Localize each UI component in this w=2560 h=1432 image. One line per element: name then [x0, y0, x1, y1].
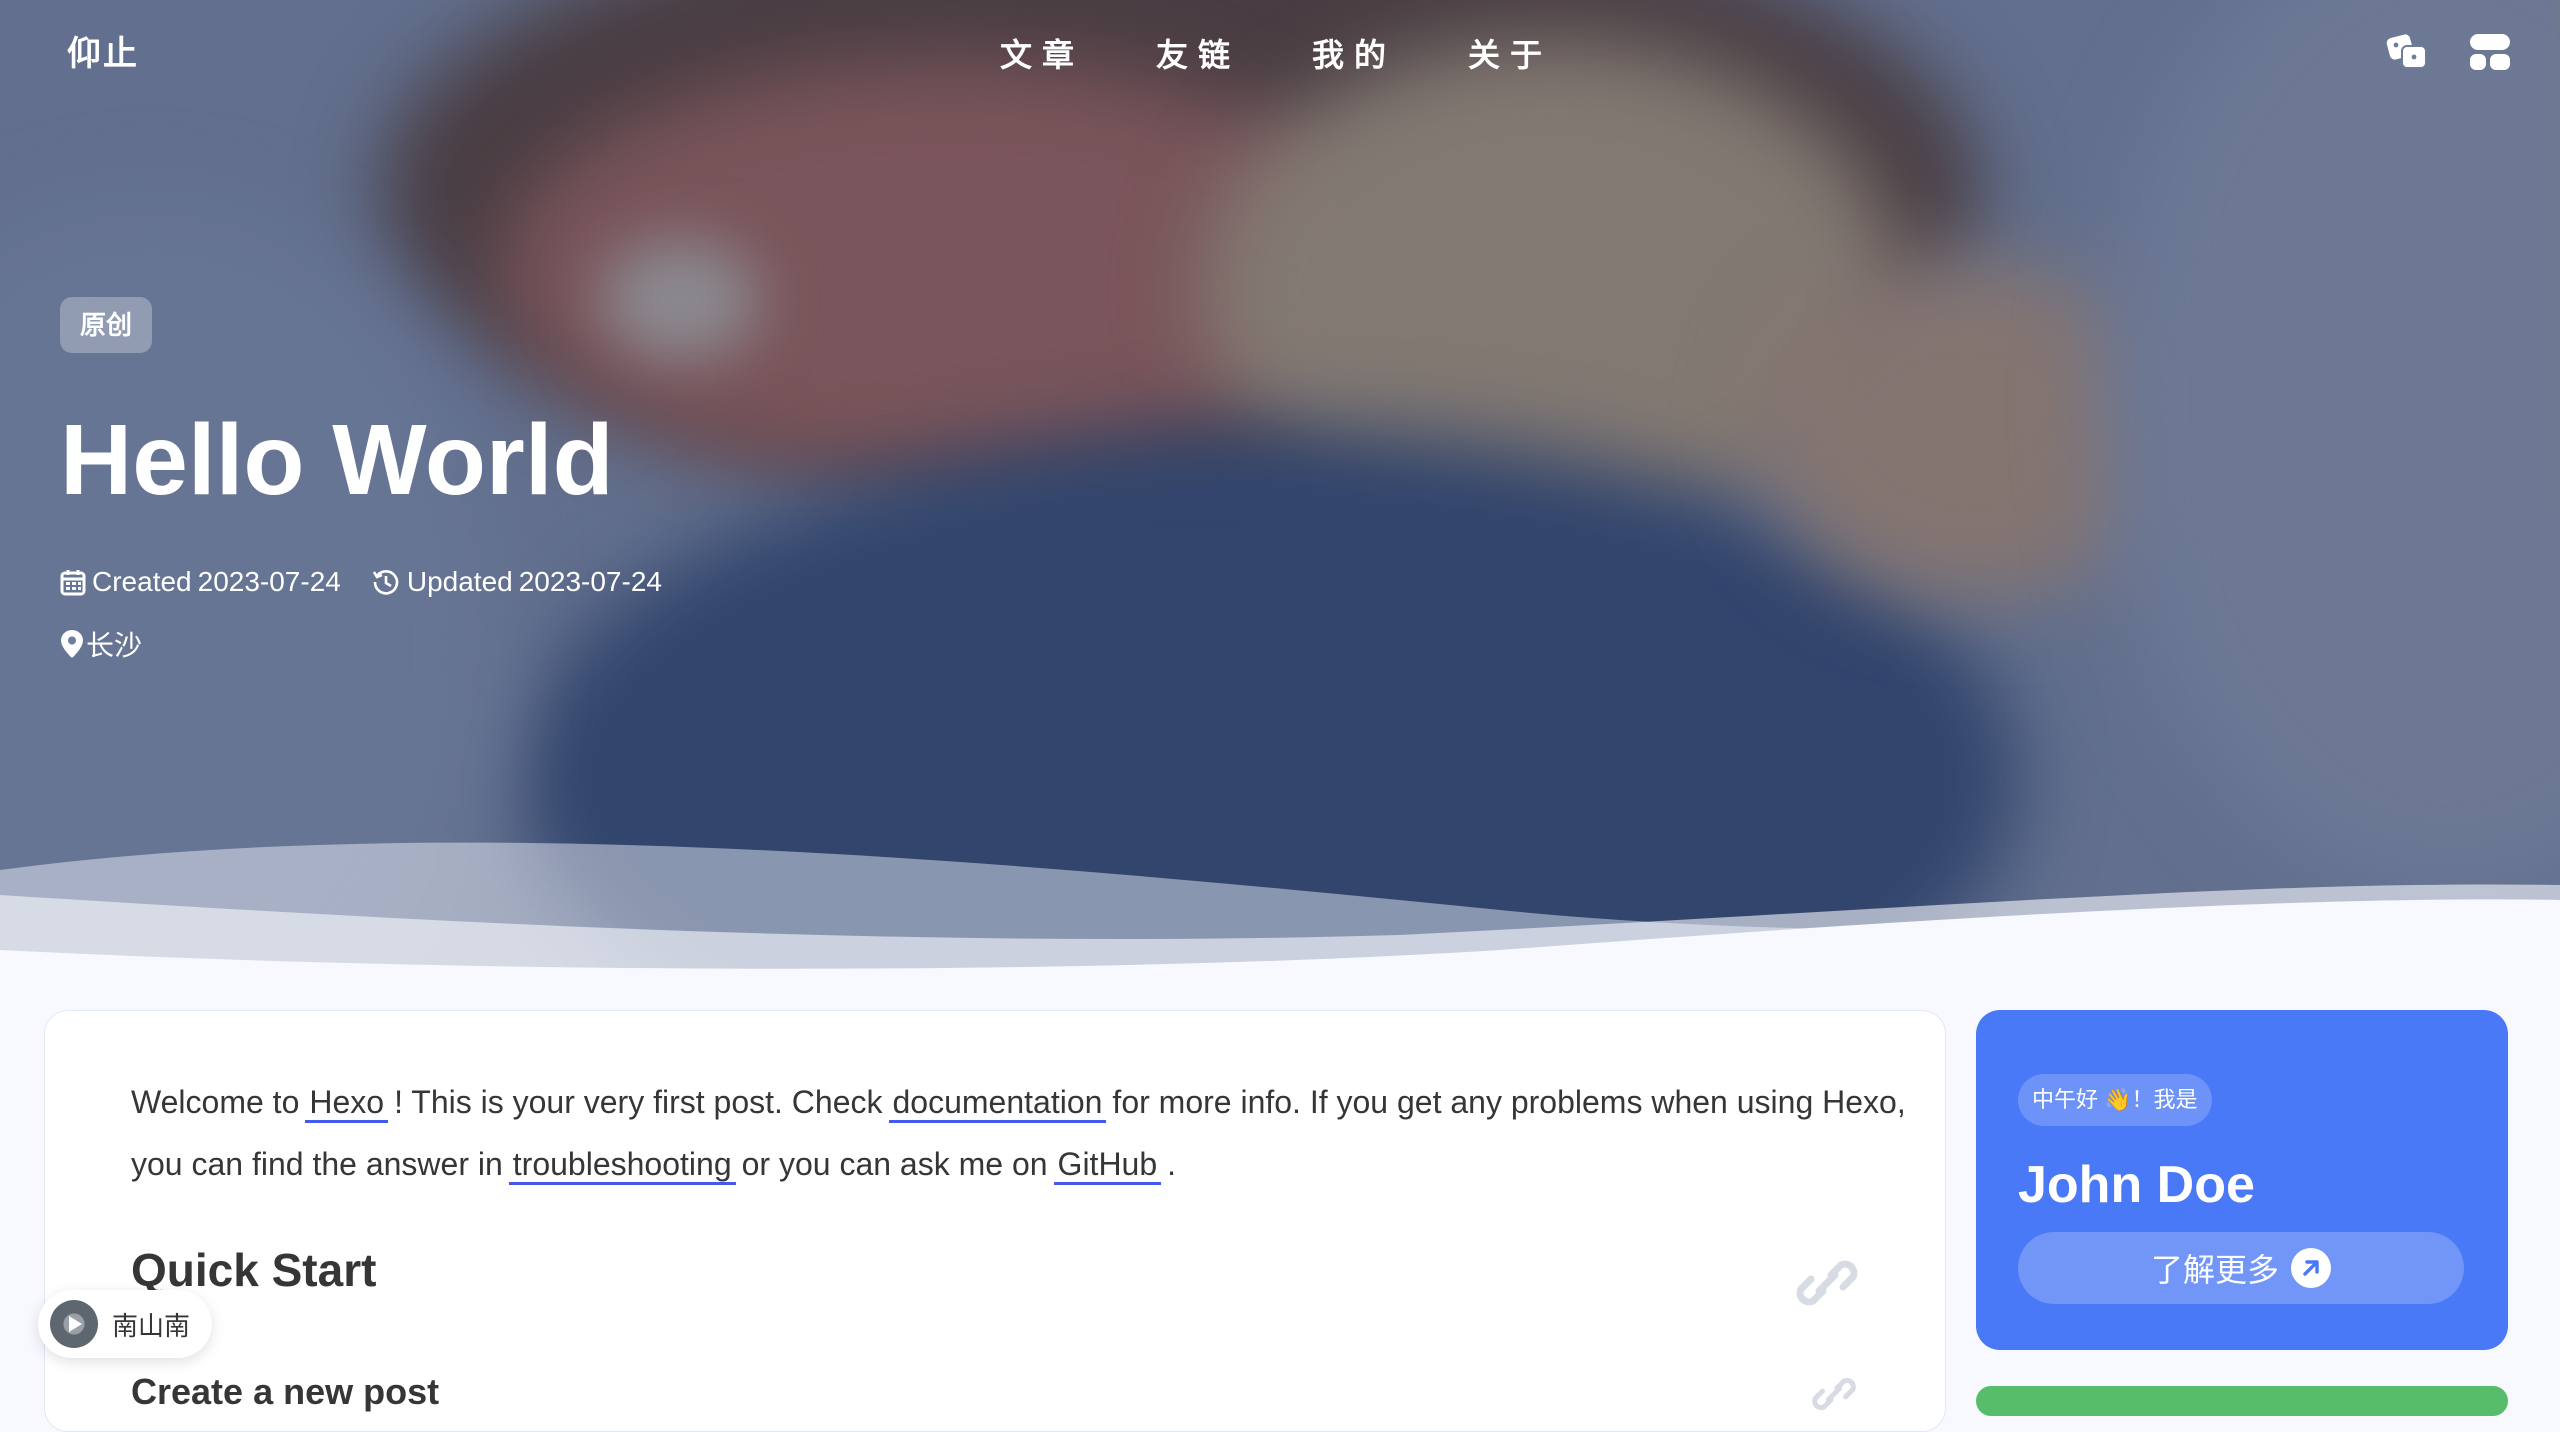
calendar-icon: [60, 570, 86, 596]
intro-text-2: ! This is your very first post. Check: [394, 1084, 883, 1120]
game-dice-icon[interactable]: [2384, 28, 2432, 76]
menu-item-about[interactable]: 关于: [1468, 30, 1552, 76]
grid-menu-icon[interactable]: [2466, 28, 2514, 76]
post-dates: Created 2023-07-24 Updated 2023-07-24: [60, 566, 662, 598]
heading-link-icon-2[interactable]: [1811, 1371, 1857, 1417]
menu-item-mine[interactable]: 我的: [1312, 30, 1396, 76]
author-info-card: 中午好 👋！我是 John Doe 了解更多: [1976, 1010, 2508, 1350]
secondary-widget-card: [1976, 1386, 2508, 1416]
location-text: 长沙: [86, 630, 143, 661]
heading-create-post: Create a new post: [131, 1371, 440, 1412]
play-icon[interactable]: [63, 1313, 85, 1335]
author-name: John Doe: [2018, 1156, 2255, 1214]
music-player[interactable]: 南山南: [38, 1290, 213, 1358]
author-greeting: 中午好 👋！我是: [2018, 1074, 2212, 1126]
album-disc: [50, 1300, 98, 1348]
site-logo-text[interactable]: 仰止: [67, 26, 139, 75]
history-icon: [372, 570, 399, 595]
song-title: 南山南: [112, 1310, 191, 1341]
intro-text-1: Welcome to: [131, 1084, 300, 1120]
wave-divider: [0, 842, 2560, 980]
menu-item-articles[interactable]: 文章: [1000, 30, 1084, 76]
location-pin-icon: [61, 630, 83, 658]
intro-text-4: or you can ask me on: [741, 1146, 1048, 1182]
heading-quick-start: Quick Start: [131, 1244, 377, 1296]
menu-item-friends[interactable]: 友链: [1156, 30, 1240, 76]
link-github[interactable]: GitHub: [1053, 1146, 1162, 1185]
learn-more-label: 了解更多: [2150, 1252, 2279, 1288]
created-label: Created: [92, 566, 192, 597]
page-scrollbar[interactable]: [2550, 0, 2560, 1395]
intro-text-5: .: [1167, 1146, 1177, 1182]
updated-date: 2023-07-24: [518, 566, 662, 597]
intro-paragraph: Welcome to Hexo! This is your very first …: [131, 1071, 1921, 1195]
learn-more-button[interactable]: 了解更多: [2018, 1232, 2464, 1304]
main-menu: 文章 友链 我的 关于: [1000, 30, 1552, 76]
post-location: 长沙: [60, 624, 142, 664]
link-troubleshooting[interactable]: troubleshooting: [508, 1146, 736, 1185]
created-date: 2023-07-24: [197, 566, 341, 597]
post-title: Hello World: [60, 404, 614, 516]
top-navbar: 仰止 文章 友链 我的 关于: [0, 0, 2560, 104]
updated-label: Updated: [406, 566, 513, 597]
link-hexo[interactable]: Hexo: [305, 1084, 389, 1123]
post-tag-original[interactable]: 原创: [60, 297, 153, 353]
scrollbar-thumb[interactable]: [2552, 0, 2558, 520]
heading-link-icon[interactable]: [1795, 1251, 1859, 1315]
post-content-card: Welcome to Hexo! This is your very first …: [44, 1010, 1946, 1432]
arrow-up-right-icon: [2291, 1248, 2331, 1288]
link-documentation[interactable]: documentation: [888, 1084, 1107, 1123]
